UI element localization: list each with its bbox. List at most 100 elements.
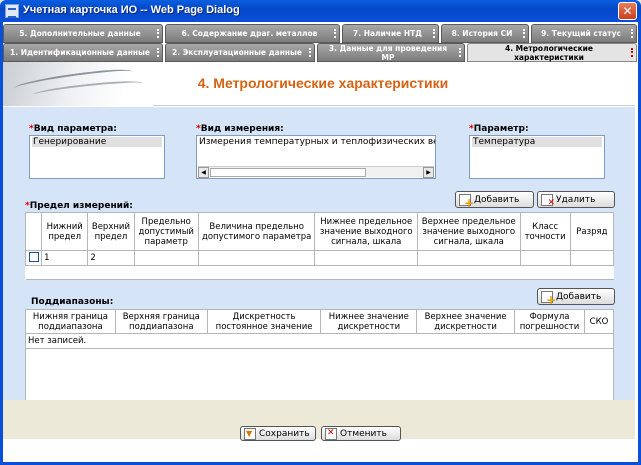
tab-precious-metals[interactable]: 6. Содержание драг. металлов xyxy=(165,24,340,43)
table-cell[interactable]: 1 xyxy=(41,250,89,266)
tab-metrological[interactable]: 4. Метрологические характеристики xyxy=(467,43,637,62)
scroll-left-icon[interactable]: ◀ xyxy=(198,167,209,178)
column-header: Верхняя граница поддиапазона xyxy=(114,309,208,334)
table-row: Нет записей. xyxy=(25,333,614,349)
delete-icon xyxy=(541,193,555,208)
parameter-list[interactable]: Температура xyxy=(469,135,605,179)
column-header: Дискретность постоянное значение xyxy=(206,309,322,334)
subranges-table: Нижняя граница поддиапазона Верхняя гран… xyxy=(25,309,615,401)
measure-type-label: *Вид измерения: xyxy=(196,124,284,134)
param-type-list[interactable]: Генерирование xyxy=(29,135,165,179)
button-label: Добавить xyxy=(556,291,602,302)
column-header: Верхнее значение дискретности xyxy=(416,309,516,334)
tab-label: 8. История СИ xyxy=(451,29,513,38)
save-icon xyxy=(244,427,256,440)
table-header-row: Нижний предел Верхний предел Предельно д… xyxy=(24,212,615,251)
grip-icon xyxy=(309,48,311,57)
column-header: СКО xyxy=(583,309,615,334)
window-title: Учетная карточка ИО -- Web Page Dialog xyxy=(23,4,240,16)
column-header: Нижняя граница поддиапазона xyxy=(25,309,116,334)
add-limit-button[interactable]: Добавить xyxy=(455,191,534,210)
table-cell[interactable] xyxy=(133,250,199,266)
row-checkbox[interactable] xyxy=(28,251,39,262)
tab-label: 2. Эксплуатационные данные xyxy=(172,48,302,57)
tab-history[interactable]: 8. История СИ xyxy=(441,24,529,43)
add-icon xyxy=(459,193,474,210)
table-empty-area xyxy=(25,348,614,401)
measure-type-list[interactable]: Измерения температурных и теплофизически… xyxy=(196,135,436,179)
dialog-footer: Сохранить Отменить xyxy=(3,400,635,441)
grip-icon xyxy=(523,29,525,38)
subranges-label: Поддиапазоны: xyxy=(31,297,114,307)
button-label: Удалить xyxy=(556,194,596,205)
scroll-thumb[interactable] xyxy=(210,168,366,177)
form-area: *Вид параметра: Генерирование *Вид измер… xyxy=(3,107,635,401)
tab-label: 9. Текущий статус xyxy=(541,29,621,38)
table-cell[interactable] xyxy=(519,250,571,266)
button-label: Сохранить xyxy=(259,428,310,439)
header-banner: 4. Метрологические характеристики xyxy=(3,62,635,106)
column-header: Предельно допустимый параметр xyxy=(133,212,199,251)
param-type-label-text: Вид параметра: xyxy=(33,124,117,134)
table-header-row: Нижняя граница поддиапазона Верхняя гран… xyxy=(25,309,615,334)
table-cell[interactable] xyxy=(314,250,418,266)
limits-label-text: Предел измерений: xyxy=(29,201,133,211)
tab-label: 5. Дополнительные данные xyxy=(19,29,141,38)
column-header: Верхнее предельное значение выходного си… xyxy=(416,212,521,251)
table-cell[interactable] xyxy=(416,250,521,266)
table-cell xyxy=(25,348,614,401)
tab-mr-data[interactable]: 3. Данные для проведения МР xyxy=(317,43,465,62)
measure-type-label-text: Вид измерения: xyxy=(200,124,284,134)
table-cell[interactable]: 2 xyxy=(87,250,135,266)
table-cell[interactable] xyxy=(197,250,316,266)
close-button[interactable]: ✕ xyxy=(618,2,637,20)
tab-operational[interactable]: 2. Эксплуатационные данные xyxy=(165,43,315,62)
tab-label: 3. Данные для проведения МР xyxy=(328,43,448,62)
tab-current-status[interactable]: 9. Текущий статус xyxy=(531,24,637,43)
limits-table: Нижний предел Верхний предел Предельно д… xyxy=(24,212,615,280)
grip-icon xyxy=(631,29,633,38)
column-header: Формула погрешности xyxy=(514,309,585,334)
column-header: Класс точности xyxy=(519,212,571,251)
cancel-icon xyxy=(325,427,337,440)
column-header: Нижний предел xyxy=(41,212,89,251)
button-label: Отменить xyxy=(340,428,387,439)
window-title-bar: Учетная карточка ИО -- Web Page Dialog ✕ xyxy=(0,0,641,22)
empty-message: Нет записей. xyxy=(25,333,614,349)
table-empty-row xyxy=(25,265,614,280)
button-label: Добавить xyxy=(474,194,520,205)
tab-label: 7. Наличие НТД xyxy=(353,29,422,38)
grip-icon xyxy=(433,29,435,38)
grip-icon xyxy=(459,48,461,57)
tab-ntd[interactable]: 7. Наличие НТД xyxy=(342,24,439,43)
tab-label: 6. Содержание драг. металлов xyxy=(181,29,318,38)
tab-identification[interactable]: 1. Идентификационные данные xyxy=(3,43,163,62)
column-header: Верхний предел xyxy=(87,212,135,251)
cancel-button[interactable]: Отменить xyxy=(321,426,401,441)
row-checkbox-cell xyxy=(24,250,43,266)
app-icon xyxy=(5,4,19,18)
checkbox-column-header xyxy=(24,212,43,251)
horizontal-scrollbar[interactable]: ◀ ▶ xyxy=(198,166,434,178)
add-icon xyxy=(541,290,556,307)
save-button[interactable]: Сохранить xyxy=(240,426,316,441)
tab-additional-data[interactable]: 5. Дополнительные данные xyxy=(3,24,163,43)
column-header: Величина предельно допустимого параметра xyxy=(197,212,316,251)
list-item[interactable]: Измерения температурных и теплофизически… xyxy=(199,137,435,147)
column-header: Нижнее предельное значение выходного сиг… xyxy=(314,212,418,251)
limits-label: *Предел измерений: xyxy=(25,201,133,211)
param-type-label: *Вид параметра: xyxy=(29,124,117,134)
table-row[interactable]: 1 2 xyxy=(24,250,615,266)
table-cell[interactable] xyxy=(569,250,615,266)
column-header: Нижнее значение дискретности xyxy=(320,309,418,334)
parameter-label: *Параметр: xyxy=(469,124,529,134)
list-item[interactable]: Генерирование xyxy=(32,137,162,147)
add-subrange-button[interactable]: Добавить xyxy=(537,288,615,307)
parameter-label-text: Параметр: xyxy=(473,124,529,134)
delete-limit-button[interactable]: Удалить xyxy=(537,191,615,208)
list-item[interactable]: Температура xyxy=(472,137,602,147)
grip-icon xyxy=(157,29,159,38)
grip-icon xyxy=(157,48,159,57)
scroll-right-icon[interactable]: ▶ xyxy=(423,167,434,178)
tab-label: 1. Идентификационные данные xyxy=(10,48,150,57)
